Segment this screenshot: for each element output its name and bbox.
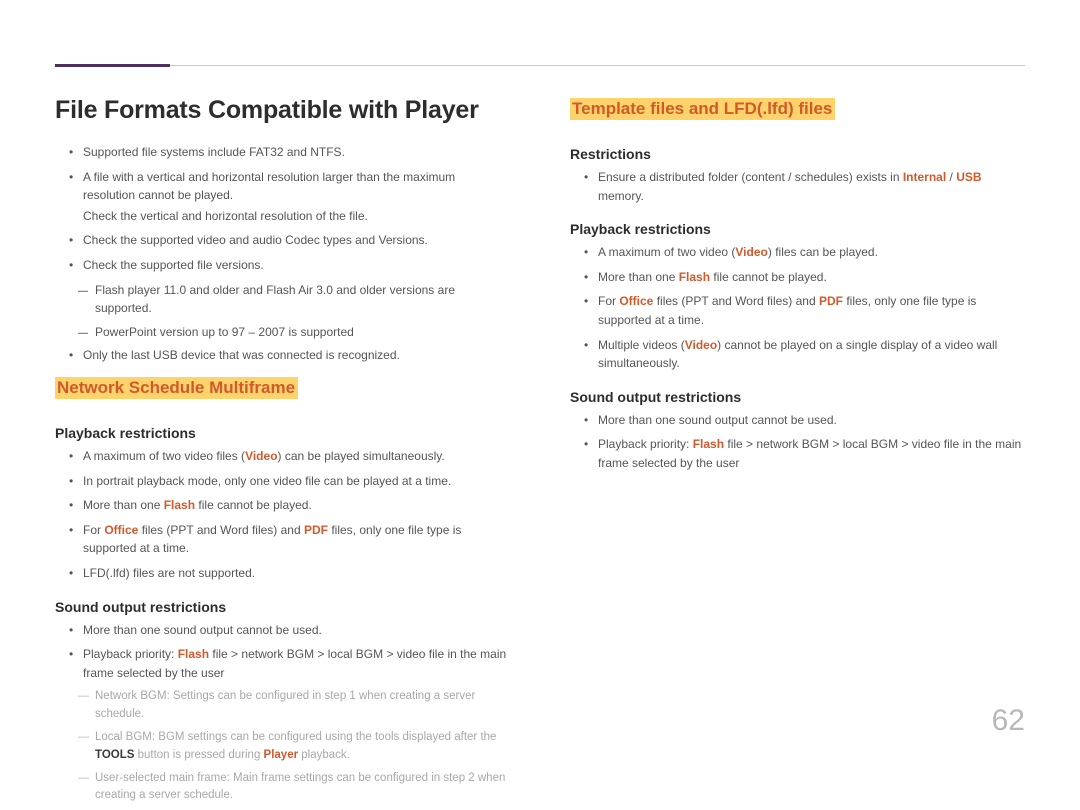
sub-note-item: User-selected main frame: Main frame set… <box>55 770 510 806</box>
list-item: A maximum of two video (Video) files can… <box>570 243 1025 262</box>
sound-bullets-right: More than one sound output cannot be use… <box>570 411 1025 473</box>
subheading-playback-left: Playback restrictions <box>55 425 510 441</box>
page-title: File Formats Compatible with Player <box>55 96 510 125</box>
section-heading-template: Template files and LFD(.lfd) files <box>570 98 835 120</box>
left-column: File Formats Compatible with Player Supp… <box>55 96 510 810</box>
subheading-playback-right: Playback restrictions <box>570 221 1025 237</box>
sound-bullets-left: More than one sound output cannot be use… <box>55 621 510 806</box>
list-item: Supported file systems include FAT32 and… <box>55 143 510 162</box>
list-continuation: Check the vertical and horizontal resolu… <box>55 207 510 226</box>
playback-bullets-left: A maximum of two video files (Video) can… <box>55 447 510 583</box>
list-item: LFD(.lfd) files are not supported. <box>55 564 510 583</box>
sublist-item: Flash player 11.0 and older and Flash Ai… <box>55 281 510 318</box>
list-item: More than one Flash file cannot be playe… <box>55 496 510 515</box>
list-item: Ensure a distributed folder (content / s… <box>570 168 1025 205</box>
playback-bullets-right: A maximum of two video (Video) files can… <box>570 243 1025 373</box>
list-item: More than one Flash file cannot be playe… <box>570 268 1025 287</box>
list-item: Check the supported file versions. <box>55 256 510 275</box>
list-item: More than one sound output cannot be use… <box>570 411 1025 430</box>
list-item: Multiple videos (Video) cannot be played… <box>570 336 1025 373</box>
subheading-sound-left: Sound output restrictions <box>55 599 510 615</box>
list-item: For Office files (PPT and Word files) an… <box>55 521 510 558</box>
list-item: For Office files (PPT and Word files) an… <box>570 292 1025 329</box>
list-item: Playback priority: Flash file > network … <box>570 435 1025 472</box>
list-item: Only the last USB device that was connec… <box>55 346 510 365</box>
page-number: 62 <box>992 704 1025 738</box>
section-heading-network: Network Schedule Multiframe <box>55 377 298 399</box>
subheading-restrictions: Restrictions <box>570 146 1025 162</box>
sub-note-item: Network BGM: Settings can be configured … <box>55 688 510 724</box>
list-item: More than one sound output cannot be use… <box>55 621 510 640</box>
right-column: Template files and LFD(.lfd) files Restr… <box>570 96 1025 810</box>
header-accent <box>55 64 170 67</box>
list-item: A file with a vertical and horizontal re… <box>55 168 510 205</box>
list-item: Playback priority: Flash file > network … <box>55 645 510 682</box>
intro-bullets: Supported file systems include FAT32 and… <box>55 143 510 365</box>
list-item: Check the supported video and audio Code… <box>55 231 510 250</box>
list-item: In portrait playback mode, only one vide… <box>55 472 510 491</box>
subheading-sound-right: Sound output restrictions <box>570 389 1025 405</box>
list-item: A maximum of two video files (Video) can… <box>55 447 510 466</box>
content-columns: File Formats Compatible with Player Supp… <box>55 96 1025 810</box>
sub-note-item: Local BGM: BGM settings can be configure… <box>55 729 510 765</box>
header-rule <box>55 65 1025 66</box>
sublist-item: PowerPoint version up to 97 – 2007 is su… <box>55 323 510 342</box>
restrictions-bullets: Ensure a distributed folder (content / s… <box>570 168 1025 205</box>
